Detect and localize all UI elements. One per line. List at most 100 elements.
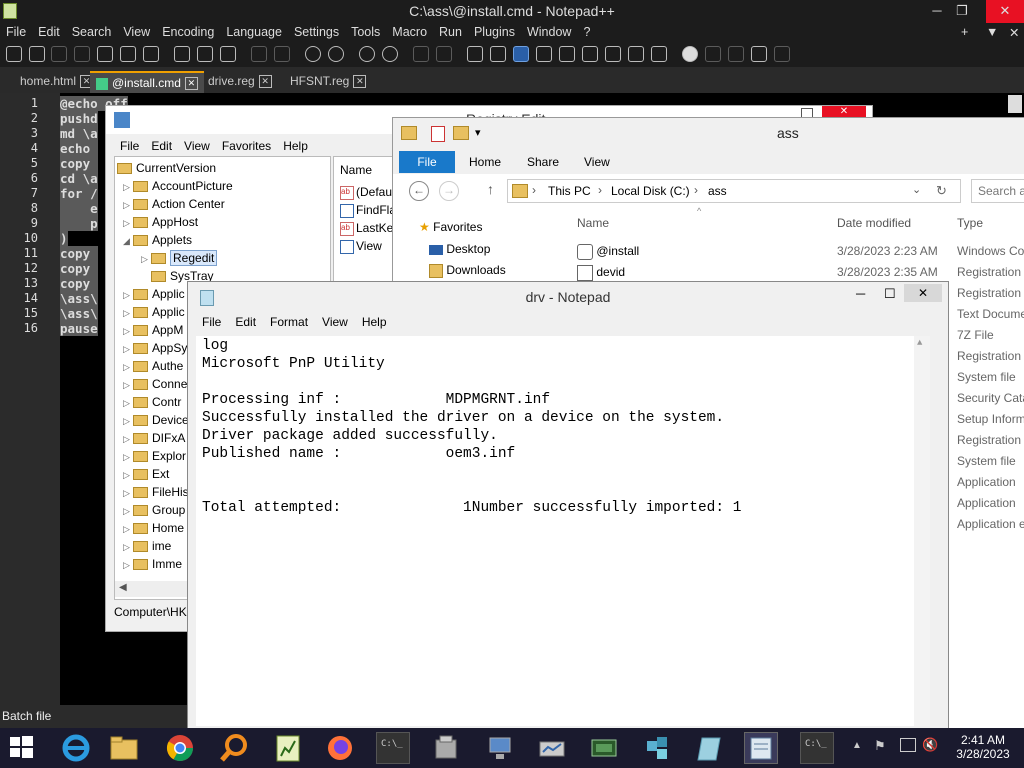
ribbon-tab-file[interactable]: File (399, 151, 455, 173)
value-row[interactable]: ab LastKe (340, 221, 393, 236)
menu-encoding[interactable]: Encoding (156, 23, 220, 41)
undo-icon[interactable] (251, 46, 267, 62)
expand-arrow-icon[interactable]: ▷ (123, 520, 133, 538)
stop-macro-icon[interactable] (705, 46, 721, 62)
save-icon[interactable] (51, 46, 67, 62)
close-button[interactable]: ✕ (986, 0, 1024, 23)
customize-qat-icon[interactable]: ▾ (475, 126, 481, 139)
breadcrumb-local-disk[interactable]: Local Disk (C:) (611, 184, 690, 198)
tree-item-applets[interactable]: ◢ Applets (123, 231, 192, 249)
notepad-icon[interactable] (744, 732, 778, 764)
menu-macro[interactable]: Macro (386, 23, 433, 41)
up-button[interactable]: ↑ (487, 181, 494, 197)
breadcrumb-ass[interactable]: ass (708, 184, 727, 198)
tree-item[interactable]: ▷ AppSy (123, 339, 187, 357)
monitoring-icon[interactable] (651, 46, 667, 62)
network-icon[interactable] (536, 732, 570, 764)
paste-icon[interactable] (220, 46, 236, 62)
hardware-icon[interactable] (588, 732, 622, 764)
open-file-icon[interactable] (29, 46, 45, 62)
expand-arrow-icon[interactable]: ▷ (123, 358, 133, 376)
menu-language[interactable]: Language (220, 23, 288, 41)
doc-map-icon[interactable] (559, 46, 575, 62)
breadcrumb-this-pc[interactable]: This PC (548, 184, 591, 198)
save-all-icon[interactable] (74, 46, 90, 62)
menu-run[interactable]: Run (433, 23, 468, 41)
tab-list-button[interactable]: ▼ (980, 23, 1004, 41)
tree-item[interactable]: ▷ Conne (123, 375, 187, 393)
expand-arrow-icon[interactable]: ▷ (123, 196, 133, 214)
spreadsheet-icon[interactable] (272, 732, 306, 764)
column-header-type[interactable]: Type (957, 216, 983, 230)
file-row-devid[interactable]: devid (577, 265, 625, 281)
value-row[interactable]: ab (Defau (340, 185, 392, 200)
tree-item[interactable]: ▷ AppHost (123, 213, 198, 231)
notepad-menu-help[interactable]: Help (362, 315, 387, 329)
udl-icon[interactable] (536, 46, 552, 62)
tab-close-icon[interactable]: ✕ (353, 75, 367, 89)
close-all-icon[interactable] (120, 46, 136, 62)
tree-item[interactable]: ▷ Imme (123, 555, 182, 573)
tray-overflow-icon[interactable]: ▲ (852, 740, 862, 751)
column-header-name[interactable]: Name (577, 216, 609, 230)
nav-desktop[interactable]: Desktop (429, 242, 490, 256)
menu-window[interactable]: Window (521, 23, 577, 41)
address-bar[interactable]: › This PC › Local Disk (C:) › ass ⌄ (507, 179, 961, 203)
expand-arrow-icon[interactable]: ▷ (123, 214, 133, 232)
sync-vertical-icon[interactable] (413, 46, 429, 62)
expand-arrow-icon[interactable]: ▷ (123, 556, 133, 574)
tree-item[interactable]: ▷ Contr (123, 393, 181, 411)
tree-item[interactable]: ▷ Ext (123, 465, 169, 483)
ribbon-tab-view[interactable]: View (584, 152, 610, 172)
play-macro-icon[interactable] (728, 46, 744, 62)
expand-arrow-icon[interactable]: ▷ (123, 466, 133, 484)
regedit-menu-help[interactable]: Help (277, 137, 314, 155)
clock[interactable]: 2:41 AM 3/28/2023 (948, 733, 1018, 761)
tab-close-icon[interactable]: ✕ (184, 77, 198, 91)
replace-icon[interactable] (328, 46, 344, 62)
notepad-maximize-button[interactable]: ☐ (884, 286, 896, 302)
tree-item[interactable]: ▷ DIFxA (123, 429, 185, 447)
notepad-close-button[interactable]: ✕ (904, 284, 942, 302)
close-doc-button[interactable]: ✕ (1003, 23, 1024, 42)
new-tab-button[interactable]: + (955, 23, 974, 41)
expand-arrow-icon[interactable]: ▷ (123, 286, 133, 304)
tree-item[interactable]: ▷ AppM (123, 321, 183, 339)
expand-arrow-icon[interactable]: ▷ (141, 250, 151, 268)
notepad-text-area[interactable]: log Microsoft PnP Utility Processing inf… (196, 336, 930, 726)
record-macro-icon[interactable] (682, 46, 698, 62)
column-header-date[interactable]: Date modified (837, 216, 911, 230)
expand-arrow-icon[interactable]: ▷ (123, 502, 133, 520)
tree-item[interactable]: ▷ Authe (123, 357, 183, 375)
cmd-icon[interactable]: C:\_ (376, 732, 410, 764)
chrome-icon[interactable] (164, 732, 198, 764)
expand-arrow-icon[interactable]: ▷ (123, 376, 133, 394)
zoom-in-icon[interactable] (359, 46, 375, 62)
expand-arrow-icon[interactable]: ▷ (123, 484, 133, 502)
sync-horizontal-icon[interactable] (436, 46, 452, 62)
collapse-arrow-icon[interactable]: ◢ (123, 232, 133, 250)
network-tray-icon[interactable] (900, 738, 916, 752)
value-row[interactable]: FindFla (340, 203, 396, 218)
tab-close-icon[interactable]: ✕ (258, 75, 272, 89)
notepad-menu-file[interactable]: File (202, 315, 221, 329)
maximize-button[interactable]: ❐ (945, 0, 979, 23)
new-folder-icon[interactable] (453, 126, 469, 140)
menu-view[interactable]: View (117, 23, 156, 41)
regedit-menu-view[interactable]: View (178, 137, 216, 155)
notepad-menu-format[interactable]: Format (270, 315, 308, 329)
properties-icon[interactable] (431, 126, 445, 142)
menu-search[interactable]: Search (66, 23, 118, 41)
cut-icon[interactable] (174, 46, 190, 62)
menu-tools[interactable]: Tools (345, 23, 386, 41)
indent-guide-icon[interactable] (513, 46, 529, 62)
file-explorer-icon[interactable] (108, 732, 142, 764)
tree-item[interactable]: ▷ AccountPicture (123, 177, 233, 195)
menu-file[interactable]: File (0, 23, 32, 41)
ribbon-tab-home[interactable]: Home (469, 152, 501, 172)
expand-arrow-icon[interactable]: ▷ (123, 304, 133, 322)
expand-arrow-icon[interactable]: ▷ (123, 322, 133, 340)
notepad-vertical-scrollbar[interactable]: ▲ (914, 336, 930, 726)
menu-help[interactable]: ? (577, 23, 596, 41)
cmd-icon-2[interactable]: C:\_ (800, 732, 834, 764)
